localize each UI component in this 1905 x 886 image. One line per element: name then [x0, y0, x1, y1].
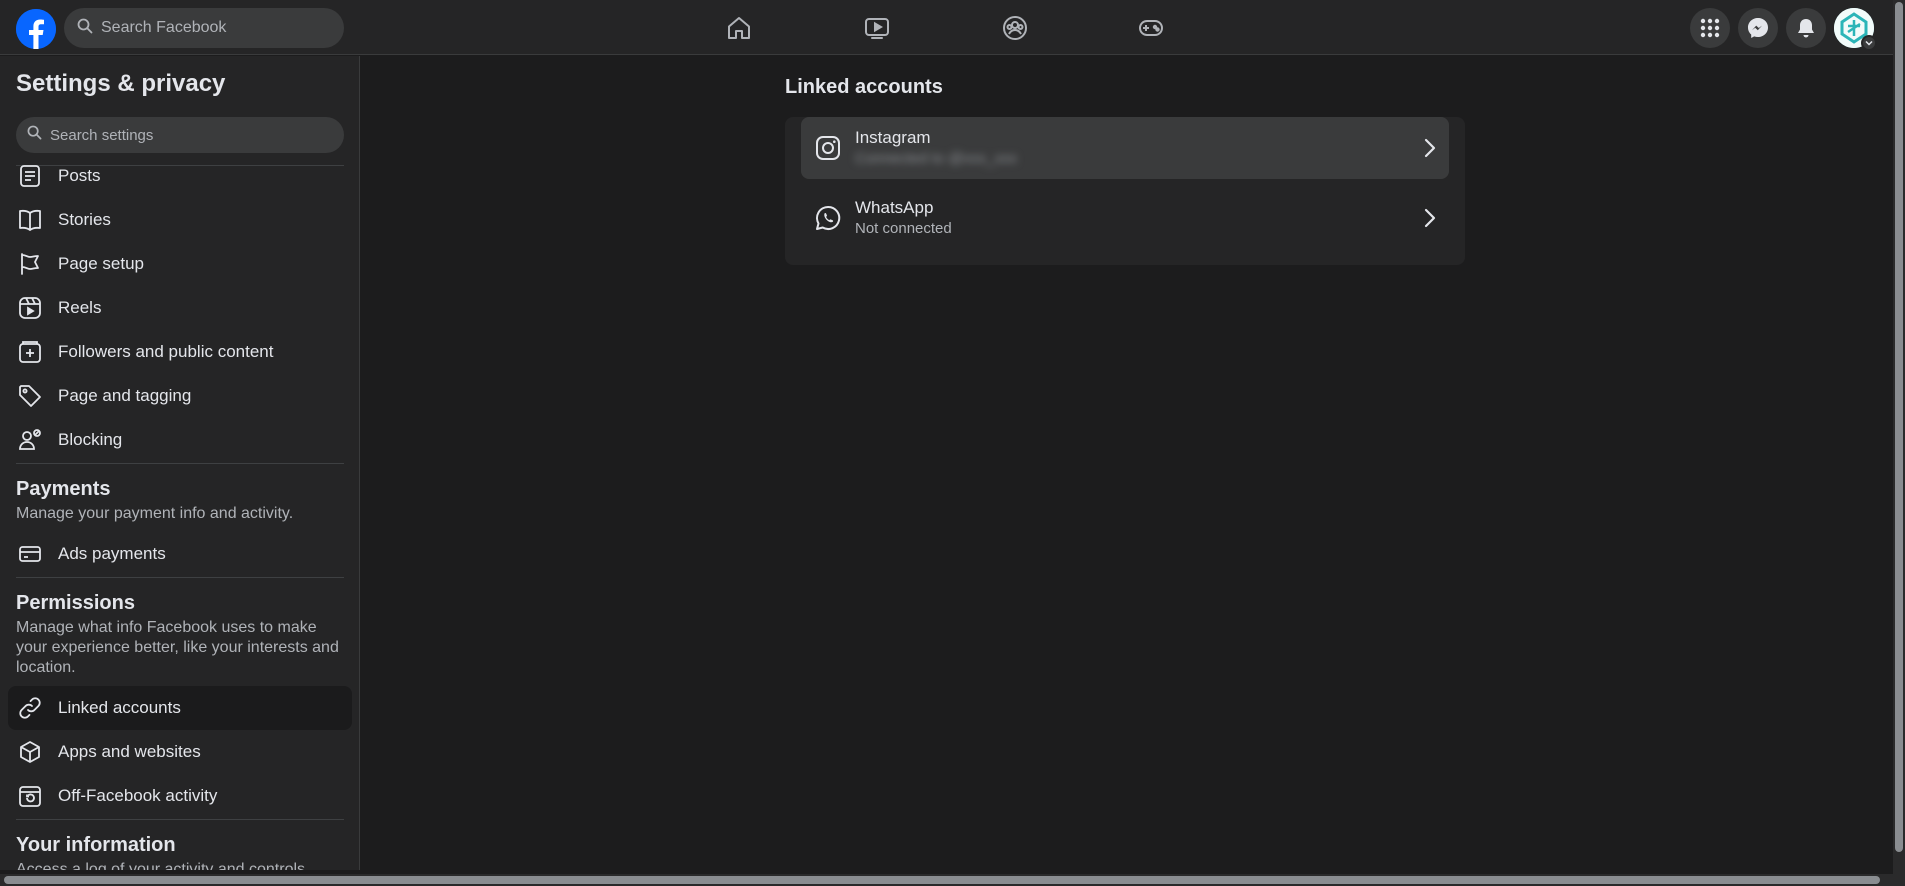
- reels-icon: [16, 294, 44, 322]
- menu-grid-icon[interactable]: [1690, 8, 1730, 48]
- instagram-icon: [801, 117, 855, 179]
- linked-accounts-card: Instagram Connected to @xxx_xxx WhatsApp…: [785, 117, 1465, 265]
- sidebar-item-off-facebook-activity[interactable]: Off-Facebook activity: [8, 774, 352, 818]
- chevron-down-icon[interactable]: [1861, 35, 1877, 51]
- card-icon: [16, 540, 44, 568]
- search-icon: [77, 18, 93, 39]
- sidebar-item-page-tagging[interactable]: Page and tagging: [8, 374, 352, 418]
- sidebar-item-label: Apps and websites: [58, 742, 201, 761]
- link-icon: [16, 694, 44, 722]
- profile-avatar[interactable]: [1834, 8, 1877, 51]
- horizontal-scrollbar-thumb[interactable]: [4, 876, 1880, 884]
- facebook-search-input[interactable]: [101, 19, 344, 37]
- sidebar-item-page-setup[interactable]: Page setup: [8, 242, 352, 286]
- sidebar-item-label: Posts: [58, 166, 101, 185]
- notifications-icon[interactable]: [1786, 8, 1826, 48]
- home-icon[interactable]: [724, 13, 754, 43]
- facebook-logo-icon[interactable]: [16, 9, 56, 49]
- your-information-description: Access a log of your activity and contro…: [16, 861, 306, 870]
- settings-search-box[interactable]: [16, 117, 344, 153]
- settings-sidebar: Settings & privacy Posts Stories Page se…: [0, 56, 360, 870]
- tag-icon: [16, 382, 44, 410]
- divider: [16, 463, 344, 464]
- vertical-scrollbar-thumb[interactable]: [1895, 2, 1903, 852]
- sidebar-item-apps-websites[interactable]: Apps and websites: [8, 730, 352, 774]
- sidebar-item-blocking[interactable]: Blocking: [8, 418, 352, 462]
- settings-search-input[interactable]: [50, 126, 344, 144]
- sidebar-item-label: Followers and public content: [58, 342, 274, 361]
- payments-heading: Payments: [16, 478, 111, 500]
- chevron-right-icon: [1409, 137, 1449, 159]
- watch-icon[interactable]: [862, 13, 892, 43]
- whatsapp-icon: [801, 187, 855, 249]
- flag-icon: [16, 250, 44, 278]
- account-status: Connected to @xxx_xxx: [855, 150, 1017, 167]
- sidebar-item-label: Blocking: [58, 430, 123, 449]
- followers-icon: [16, 338, 44, 366]
- sidebar-item-stories[interactable]: Stories: [8, 198, 352, 242]
- messenger-icon[interactable]: [1738, 8, 1778, 48]
- top-navigation-bar: [0, 0, 1893, 55]
- gaming-icon[interactable]: [1136, 13, 1166, 43]
- page-title: Linked accounts: [785, 76, 943, 98]
- facebook-search-box[interactable]: [64, 8, 344, 48]
- horizontal-scrollbar[interactable]: [0, 874, 1905, 886]
- sidebar-item-linked-accounts[interactable]: Linked accounts: [8, 686, 352, 730]
- sidebar-title: Settings & privacy: [16, 70, 226, 97]
- account-status: Not connected: [855, 220, 952, 237]
- sidebar-item-ads-payments[interactable]: Ads payments: [8, 532, 352, 576]
- sidebar-item-followers[interactable]: Followers and public content: [8, 330, 352, 374]
- sidebar-item-label: Reels: [58, 298, 102, 317]
- account-name: Instagram: [855, 128, 931, 147]
- permissions-heading: Permissions: [16, 592, 135, 614]
- cube-icon: [16, 738, 44, 766]
- instagram-account-row[interactable]: Instagram Connected to @xxx_xxx: [801, 117, 1449, 179]
- divider: [16, 577, 344, 578]
- block-user-icon: [16, 426, 44, 454]
- whatsapp-account-row[interactable]: WhatsApp Not connected: [801, 187, 1449, 249]
- sidebar-item-label: Stories: [58, 210, 111, 229]
- sidebar-item-label: Ads payments: [58, 544, 166, 563]
- account-name: WhatsApp: [855, 198, 934, 217]
- vertical-scrollbar[interactable]: [1893, 0, 1905, 874]
- search-icon: [27, 125, 42, 145]
- divider: [16, 819, 344, 820]
- your-information-heading: Your information: [16, 834, 176, 856]
- permissions-description: Manage what info Facebook uses to make y…: [16, 619, 339, 676]
- posts-icon: [16, 162, 44, 190]
- chevron-right-icon: [1409, 207, 1449, 229]
- history-icon: [16, 782, 44, 810]
- sidebar-item-label: Page and tagging: [58, 386, 192, 405]
- payments-description: Manage your payment info and activity.: [16, 505, 294, 522]
- groups-icon[interactable]: [1000, 13, 1030, 43]
- sidebar-item-label: Linked accounts: [58, 698, 181, 717]
- stories-icon: [16, 206, 44, 234]
- sidebar-item-posts[interactable]: Posts: [8, 154, 352, 198]
- sidebar-item-label: Page setup: [58, 254, 145, 273]
- sidebar-item-label: Off-Facebook activity: [58, 786, 218, 805]
- sidebar-item-reels[interactable]: Reels: [8, 286, 352, 330]
